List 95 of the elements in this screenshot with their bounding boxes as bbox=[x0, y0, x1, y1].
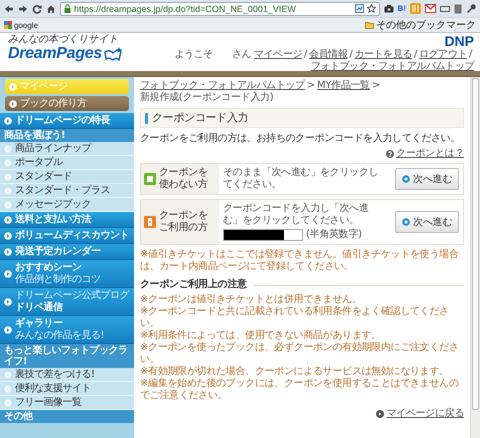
site-tagline: みんなの本づくりサイト bbox=[8, 34, 119, 45]
notice-text: ※利用条件によっては、使用できない商品があります。 bbox=[140, 330, 382, 342]
circle-arrow-icon bbox=[4, 298, 12, 306]
book-star-icon bbox=[104, 47, 122, 61]
circle-icon bbox=[4, 144, 12, 152]
sidebar-item[interactable]: 便利な支援サイト bbox=[0, 382, 134, 396]
grid-icon bbox=[4, 21, 12, 29]
nav-link[interactable]: マイページ bbox=[254, 49, 302, 60]
nav-link[interactable]: カートを見る bbox=[354, 49, 412, 60]
circle-arrow-icon bbox=[9, 82, 17, 90]
document-icon[interactable] bbox=[454, 4, 462, 14]
circle-icon bbox=[402, 218, 410, 226]
help-link[interactable]: クーポンとは？ bbox=[396, 148, 464, 160]
circle-arrow-icon bbox=[4, 232, 12, 240]
greeting-text: ようこそ bbox=[174, 49, 213, 60]
company-logo[interactable]: DNP bbox=[444, 34, 474, 49]
address-bar[interactable]: https://dreampages.jp/dp.do?tid=CON_NE_0001_VIEW bbox=[60, 2, 380, 16]
sidebar-item[interactable]: 商品ラインナップ bbox=[0, 142, 134, 156]
star-icon[interactable] bbox=[366, 4, 376, 13]
back-link[interactable]: マイページに戻る bbox=[386, 408, 464, 420]
nav-link[interactable]: フォトブック・フォトアルバムトップ bbox=[310, 61, 474, 72]
sidebar-item[interactable]: スタンダード bbox=[0, 170, 134, 184]
bookmark-extension-button[interactable]: B! bbox=[398, 4, 406, 13]
separator-text: / bbox=[304, 49, 308, 60]
coupon-input-field[interactable] bbox=[223, 229, 303, 241]
note-text: ※値引きチケットはここでは登録できません。値引きチケットを使う場合は、カート内商品ページにて登録してください。 bbox=[140, 249, 460, 273]
notice-text: ※有効期限が切れた場合、クーポンによるサービスは無効になります。 bbox=[140, 366, 450, 378]
notice-text: ※編集を始めた後のブックには、クーポンを使用することはできませんのでご注意ください。 bbox=[140, 378, 460, 402]
next-button[interactable]: 次へ進む bbox=[395, 168, 459, 190]
sidebar-item[interactable]: フリー画像一覧 bbox=[0, 396, 134, 410]
circle-icon bbox=[402, 175, 410, 183]
sidebar-heading: もっと楽しいフォトブックライフ! bbox=[0, 344, 134, 368]
sidebar-heading: 商品を選ぼう! bbox=[0, 129, 134, 142]
notice-text: ※クーポンを使ったブックは、必ずクーポンの有効期限内にご注文ください。 bbox=[140, 342, 460, 366]
breadcrumb-current: 新規作成(クーポンコード入力) bbox=[140, 92, 274, 104]
notice-text: ※クーポンコードと共に記載されている利用条件をよく確認してください。 bbox=[140, 306, 450, 330]
circle-arrow-icon bbox=[376, 410, 384, 418]
scrollbar-thumb[interactable] bbox=[472, 78, 479, 410]
breadcrumb-link[interactable]: MY作品一覧 bbox=[317, 80, 370, 92]
circle-arrow-icon bbox=[4, 216, 12, 224]
honorific-text: さん bbox=[232, 49, 252, 60]
window-icon[interactable] bbox=[440, 4, 450, 12]
separator-text: / bbox=[414, 49, 417, 60]
notice-text: ※クーポンは値引きチケットとは併用できません。 bbox=[140, 294, 362, 306]
circle-arrow-icon bbox=[4, 326, 12, 334]
page-icon[interactable] bbox=[354, 4, 364, 13]
camera-icon[interactable] bbox=[384, 4, 394, 13]
nav-link[interactable]: 会員情報 bbox=[309, 49, 348, 60]
accent-mark bbox=[145, 112, 148, 124]
lock-icon bbox=[64, 4, 71, 13]
circle-icon bbox=[4, 158, 12, 166]
circle-icon bbox=[4, 186, 12, 194]
home-icon[interactable] bbox=[46, 4, 56, 14]
help-icon bbox=[386, 150, 394, 158]
mail-icon[interactable] bbox=[425, 4, 436, 13]
square-icon bbox=[144, 173, 156, 185]
separator-text: / bbox=[349, 49, 352, 60]
sidebar-item[interactable]: スタンダード・プラス bbox=[0, 184, 134, 198]
circle-arrow-icon bbox=[4, 270, 12, 278]
page-title: クーポンコード入力 bbox=[152, 112, 248, 124]
site-logo[interactable]: DreamPages bbox=[8, 45, 102, 63]
other-bookmarks-folder[interactable]: その他のブックマーク bbox=[365, 18, 476, 32]
option-label: クーポンをご利用の方 bbox=[159, 210, 209, 234]
sidebar-heading: その他 bbox=[0, 410, 134, 423]
ticket-icon bbox=[144, 216, 156, 228]
breadcrumb-link[interactable]: フォトブック・フォトアルバムトップ bbox=[140, 80, 305, 92]
circle-arrow-icon bbox=[4, 248, 12, 256]
bookmark-link[interactable]: google bbox=[4, 20, 38, 30]
sidebar-item[interactable]: メッセージブック bbox=[0, 198, 134, 212]
nav-link[interactable]: ログアウト bbox=[419, 49, 468, 60]
circle-icon bbox=[4, 398, 12, 406]
instruction-text: そのまま「次へ進む」をクリックしてください。 bbox=[223, 167, 380, 191]
folder-icon bbox=[365, 21, 374, 29]
circle-icon bbox=[4, 370, 12, 378]
forward-arrow-icon[interactable] bbox=[18, 4, 28, 14]
back-arrow-icon[interactable] bbox=[4, 4, 14, 14]
sidebar-item[interactable]: 裏技で差をつける! bbox=[0, 368, 134, 382]
next-button[interactable]: 次へ進む bbox=[395, 211, 459, 233]
sidebar-item[interactable]: ポータブル bbox=[0, 156, 134, 170]
instruction-text: クーポンコードを入力し「次へ進む」をクリックしてください。 bbox=[223, 203, 370, 227]
circle-icon bbox=[4, 384, 12, 392]
reload-icon[interactable] bbox=[32, 4, 42, 14]
breadcrumb-separator: > bbox=[306, 80, 315, 92]
circle-arrow-icon bbox=[4, 116, 12, 124]
intro-text: クーポンをご利用の方は、お持ちのクーポンコードを入力してください。 bbox=[140, 133, 462, 145]
circle-icon bbox=[4, 200, 12, 208]
option-label: クーポンを使わない方 bbox=[159, 167, 209, 191]
breadcrumb-separator: > bbox=[372, 80, 380, 92]
sidebar-item[interactable]: ブックの作り方 bbox=[5, 96, 129, 111]
sidebar-item[interactable]: ドリームページ公式ブログ ドリペ通信 bbox=[0, 288, 134, 316]
separator-text: / bbox=[469, 49, 472, 60]
input-hint: (半角英数字) bbox=[306, 229, 362, 241]
circle-arrow-icon bbox=[9, 100, 17, 108]
circle-icon bbox=[4, 172, 12, 180]
section-heading: クーポンご利用上の注意 bbox=[140, 279, 247, 291]
